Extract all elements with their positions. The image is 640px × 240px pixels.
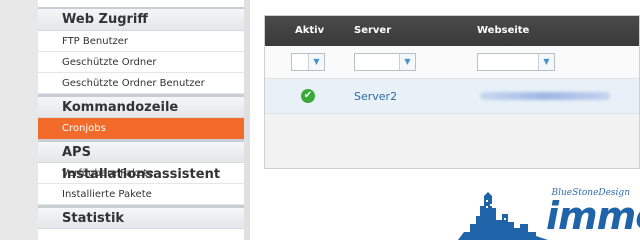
chevron-down-icon[interactable]: ▼	[538, 54, 554, 70]
sidebar: Web Zugriff FTP Benutzer Geschützte Ordn…	[38, 0, 244, 240]
webseite-cell-redacted	[480, 92, 610, 100]
server-cell[interactable]: Server2	[354, 90, 397, 103]
sidebar-item-ftp-benutzer[interactable]: FTP Benutzer	[38, 31, 244, 52]
skyline-icon	[458, 192, 548, 240]
section-header-kommandozeile: Kommandozeile	[38, 94, 244, 118]
filter-row: ▼ ▼ ▼	[265, 46, 639, 79]
sidebar-item-cronjobs[interactable]: Cronjobs	[38, 118, 244, 139]
section-header-statistik: Statistik	[38, 205, 244, 229]
cronjob-grid: Aktiv Server Webseite ▼ ▼ ▼ ✔ Server2	[264, 15, 640, 169]
column-header-webseite[interactable]: Webseite	[477, 25, 529, 36]
section-header-web-zugriff: Web Zugriff	[38, 7, 244, 31]
chevron-down-icon[interactable]: ▼	[399, 54, 415, 70]
sidebar-item-installierte-pakete[interactable]: Installierte Pakete	[38, 184, 244, 205]
check-circle-icon: ✔	[301, 89, 315, 103]
table-row[interactable]: ✔ Server2	[265, 79, 639, 114]
column-header-server[interactable]: Server	[354, 25, 391, 36]
filter-server-select[interactable]: ▼	[354, 53, 416, 71]
logo-wordmark: immo	[546, 194, 640, 238]
sidebar-item-geschuetzte-ordner-benutzer[interactable]: Geschützte Ordner Benutzer	[38, 73, 244, 94]
filter-aktiv-select[interactable]: ▼	[291, 53, 325, 71]
main-content: Aktiv Server Webseite ▼ ▼ ▼ ✔ Server2 Bl…	[250, 0, 640, 240]
grid-header: Aktiv Server Webseite	[265, 16, 639, 46]
page-left-margin	[0, 0, 38, 240]
sidebar-item-geschuetzte-ordner[interactable]: Geschützte Ordner	[38, 52, 244, 73]
chevron-down-icon[interactable]: ▼	[308, 54, 324, 70]
logo: BlueStoneDesign immo	[458, 186, 640, 240]
column-header-aktiv[interactable]: Aktiv	[295, 25, 324, 36]
section-header-aps: APS Installationsassistent	[38, 139, 244, 182]
filter-webseite-select[interactable]: ▼	[477, 53, 555, 71]
